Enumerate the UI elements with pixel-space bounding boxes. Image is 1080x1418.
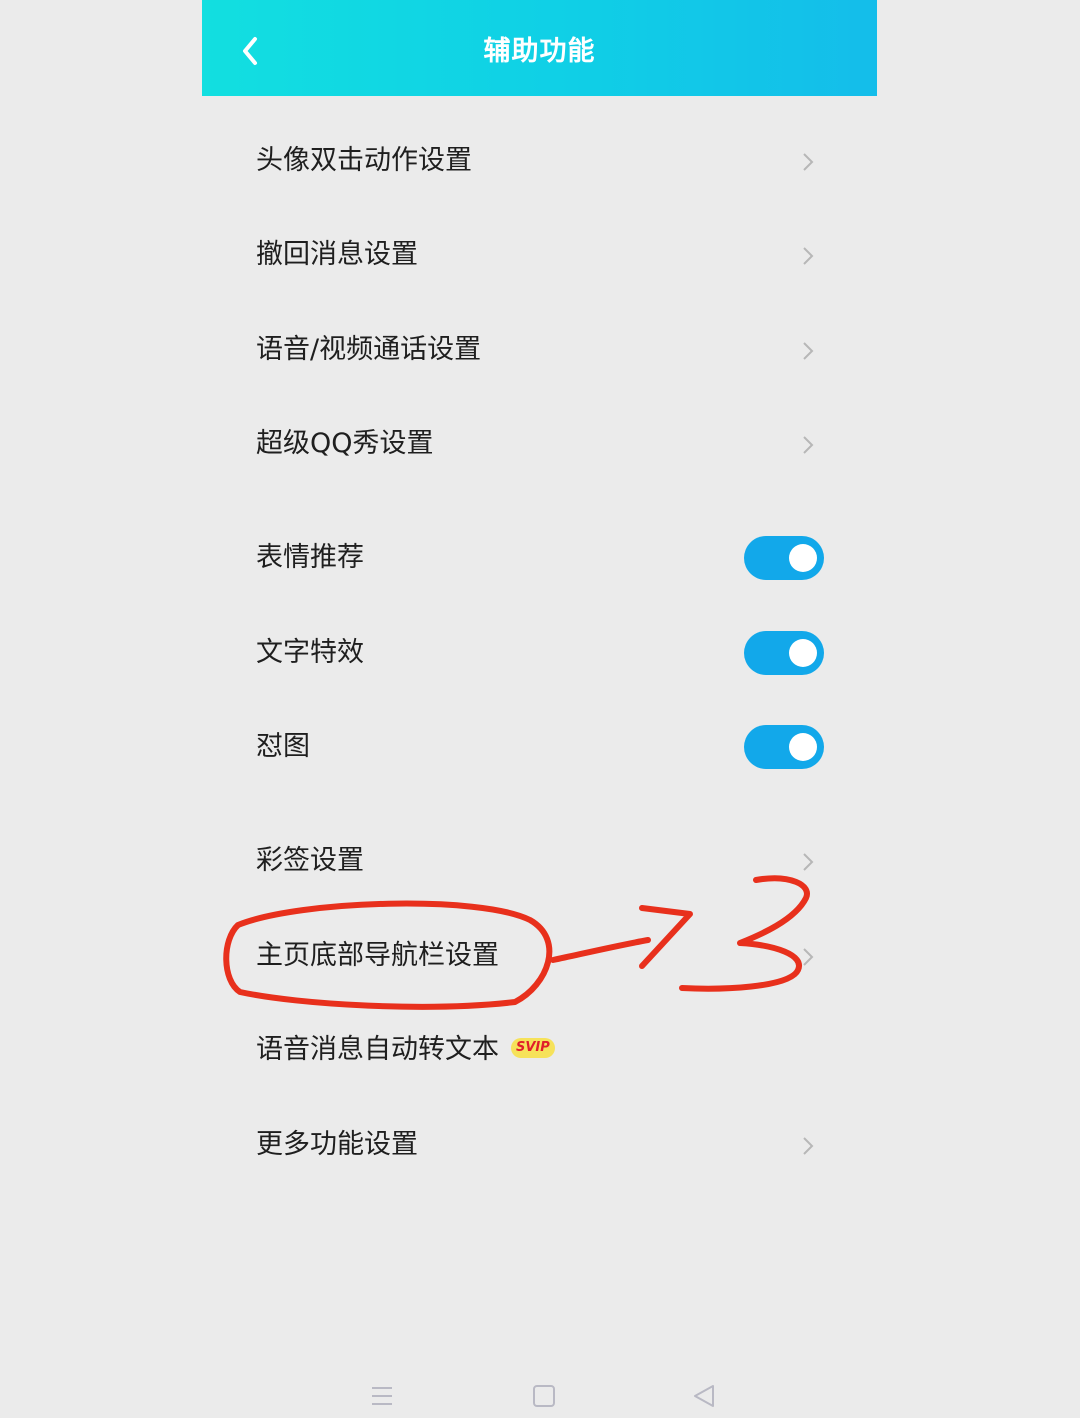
setting-label-text: 语音消息自动转文本 [256,1034,499,1065]
setting-label: 表情推荐 [256,542,364,573]
setting-label: 语音/视频通话设置 [256,334,482,365]
chevron-right-icon [803,436,814,454]
setting-label: 撤回消息设置 [256,239,418,270]
setting-recall-message[interactable]: 撤回消息设置 [202,208,877,302]
dui-tu-toggle[interactable] [744,725,824,769]
chevron-right-icon [803,948,814,966]
setting-label: 超级QQ秀设置 [256,428,434,459]
toggle-knob [789,733,817,761]
screen: 辅助功能 头像双击动作设置 撤回消息设置 语音/视频通话设置 超级QQ秀设置 表… [0,0,1080,1418]
setting-home-bottom-navbar[interactable]: 主页底部导航栏设置 [202,909,877,1003]
setting-label: 彩签设置 [256,845,364,876]
back-triangle-icon[interactable] [692,1384,716,1408]
text-effects-toggle[interactable] [744,631,824,675]
setting-voice-video-call[interactable]: 语音/视频通话设置 [202,303,877,397]
chevron-right-icon [803,853,814,871]
svip-badge: SVIP [511,1037,555,1058]
setting-dui-tu: 怼图 [202,700,877,794]
chevron-right-icon [803,1137,814,1155]
setting-voice-to-text[interactable]: 语音消息自动转文本 SVIP [202,1003,877,1097]
chevron-right-icon [803,153,814,171]
setting-text-effects: 文字特效 [202,606,877,700]
setting-sticker-recommend: 表情推荐 [202,511,877,605]
setting-label: 怼图 [256,731,310,762]
chevron-right-icon [803,247,814,265]
system-nav-bar [0,1372,1080,1418]
setting-more-features[interactable]: 更多功能设置 [202,1098,877,1192]
title-bar: 辅助功能 [202,0,877,96]
setting-avatar-double-tap[interactable]: 头像双击动作设置 [202,114,877,208]
setting-super-qq-show[interactable]: 超级QQ秀设置 [202,397,877,491]
toggle-knob [789,544,817,572]
setting-label: 语音消息自动转文本 SVIP [256,1003,555,1097]
setting-label: 主页底部导航栏设置 [256,940,499,971]
setting-color-tags[interactable]: 彩签设置 [202,814,877,908]
setting-label: 文字特效 [256,637,364,668]
chevron-right-icon [803,342,814,360]
setting-label: 头像双击动作设置 [256,145,472,176]
setting-label: 更多功能设置 [256,1129,418,1160]
menu-icon[interactable] [370,1384,394,1408]
toggle-knob [789,639,817,667]
page-title: 辅助功能 [483,36,596,67]
sticker-recommend-toggle[interactable] [744,536,824,580]
home-square-icon[interactable] [532,1384,556,1408]
